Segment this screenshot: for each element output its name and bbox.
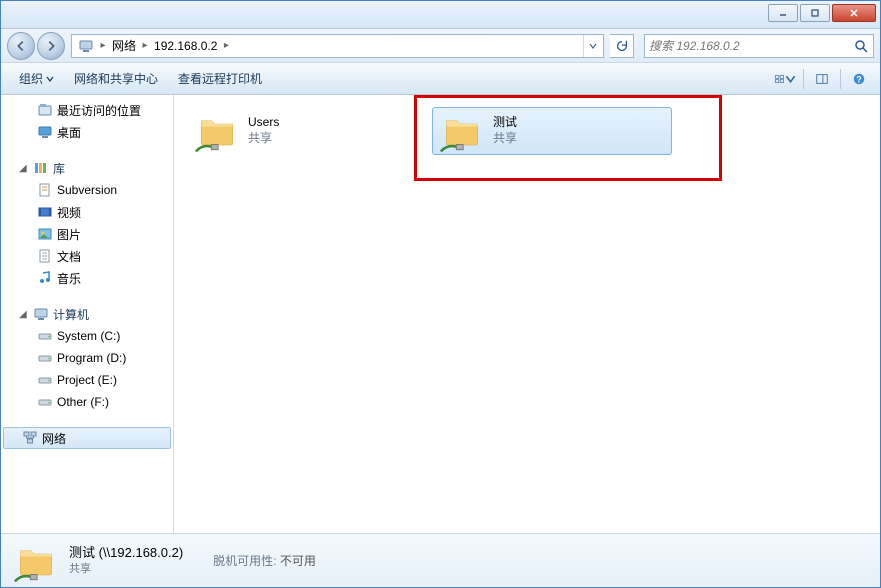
tree-label: Project (E:) [57,373,117,387]
breadcrumb-segment[interactable]: 网络 [108,37,140,54]
collapse-icon: ◢ [19,163,29,174]
details-offline: 脱机可用性: 不可用 [213,552,316,569]
nav-row: ▸ 网络 ▸ 192.168.0.2 ▸ [1,29,880,63]
drive-icon [37,394,53,410]
explorer-window: ▸ 网络 ▸ 192.168.0.2 ▸ 组织 网络和共享中心 [0,0,881,588]
item-name: Users [248,115,279,131]
content-pane[interactable]: Users 共享 测试 共享 [174,95,880,533]
music-icon [37,270,53,286]
drive-icon [37,350,53,366]
tree-item-drive-e[interactable]: Project (E:) [1,369,173,391]
refresh-button[interactable] [610,34,634,58]
share-item-test[interactable]: 测试 共享 [432,107,672,155]
document-icon [37,248,53,264]
desktop-icon [37,124,53,140]
nav-tree[interactable]: 最近访问的位置 桌面 ◢ 库 Subversion 视频 [1,95,173,533]
maximize-button[interactable] [800,4,830,22]
tree-label: 最近访问的位置 [57,102,141,119]
tree-label: 文档 [57,248,81,265]
tree-label: Other (F:) [57,395,109,409]
organize-button[interactable]: 组织 [11,67,62,90]
chevron-right-icon: ▸ [221,40,231,51]
offline-label: 脱机可用性: [213,554,276,568]
minimize-button[interactable] [768,4,798,22]
network-icon [22,430,38,446]
view-options-button[interactable] [774,68,796,90]
chevron-down-icon [785,72,796,86]
tree-item-videos[interactable]: 视频 [1,201,173,223]
address-bar[interactable]: ▸ 网络 ▸ 192.168.0.2 ▸ [71,34,604,58]
details-title: 测试 (\\192.168.0.2) [69,544,183,562]
tree-item-network[interactable]: 网络 [3,427,171,449]
libraries-icon [33,160,49,176]
tree-label: 音乐 [57,270,81,287]
network-center-button[interactable]: 网络和共享中心 [66,67,166,90]
tree-item-drive-d[interactable]: Program (D:) [1,347,173,369]
tree-label: 图片 [57,226,81,243]
svg-text:?: ? [856,74,861,84]
collapse-icon: ◢ [19,309,29,320]
body: 最近访问的位置 桌面 ◢ 库 Subversion 视频 [1,95,880,533]
computer-icon [33,306,49,322]
forward-button[interactable] [37,32,65,60]
share-item-users[interactable]: Users 共享 [188,107,428,155]
network-location-icon [78,38,94,54]
pictures-icon [37,226,53,242]
details-pane: 测试 (\\192.168.0.2) 共享 脱机可用性: 不可用 [1,533,880,587]
toolbar: 组织 网络和共享中心 查看远程打印机 ? [1,63,880,95]
tree-label: 库 [53,160,65,177]
tree-label: 网络 [42,430,66,447]
tree-label: 桌面 [57,124,81,141]
offline-value: 不可用 [280,554,316,568]
organize-label: 组织 [19,70,43,87]
preview-pane-button[interactable] [811,68,833,90]
chevron-right-icon: ▸ [98,40,108,51]
tree-item-documents[interactable]: 文档 [1,245,173,267]
search-icon [853,38,869,54]
item-subtitle: 共享 [493,131,517,147]
shared-folder-icon [196,110,238,152]
item-subtitle: 共享 [248,131,279,147]
tree-item-recent[interactable]: 最近访问的位置 [1,99,173,121]
shared-folder-icon [15,540,57,582]
tree-label: 计算机 [53,306,89,323]
tree-label: System (C:) [57,329,120,343]
tree-item-music[interactable]: 音乐 [1,267,173,289]
search-box[interactable] [644,34,874,58]
tree-group-computer[interactable]: ◢ 计算机 [1,303,173,325]
tree-group-libraries[interactable]: ◢ 库 [1,157,173,179]
item-name: 测试 [493,115,517,131]
drive-icon [37,328,53,344]
details-subtitle: 共享 [69,562,183,577]
view-printers-button[interactable]: 查看远程打印机 [170,67,270,90]
search-input[interactable] [649,39,853,53]
help-button[interactable]: ? [848,68,870,90]
document-icon [37,182,53,198]
tree-item-drive-f[interactable]: Other (F:) [1,391,173,413]
breadcrumb-segment[interactable]: 192.168.0.2 [150,39,221,53]
close-button[interactable] [832,4,876,22]
tree-label: Subversion [57,183,117,197]
video-icon [37,204,53,220]
tree-item-subversion[interactable]: Subversion [1,179,173,201]
chevron-down-icon [46,75,54,83]
tree-label: 视频 [57,204,81,221]
shared-folder-icon [441,110,483,152]
address-dropdown-button[interactable] [583,35,601,57]
back-button[interactable] [7,32,35,60]
chevron-right-icon: ▸ [140,40,150,51]
drive-icon [37,372,53,388]
tree-item-drive-c[interactable]: System (C:) [1,325,173,347]
titlebar [1,1,880,29]
recent-icon [37,102,53,118]
tree-item-desktop[interactable]: 桌面 [1,121,173,143]
tree-item-pictures[interactable]: 图片 [1,223,173,245]
tree-label: Program (D:) [57,351,126,365]
